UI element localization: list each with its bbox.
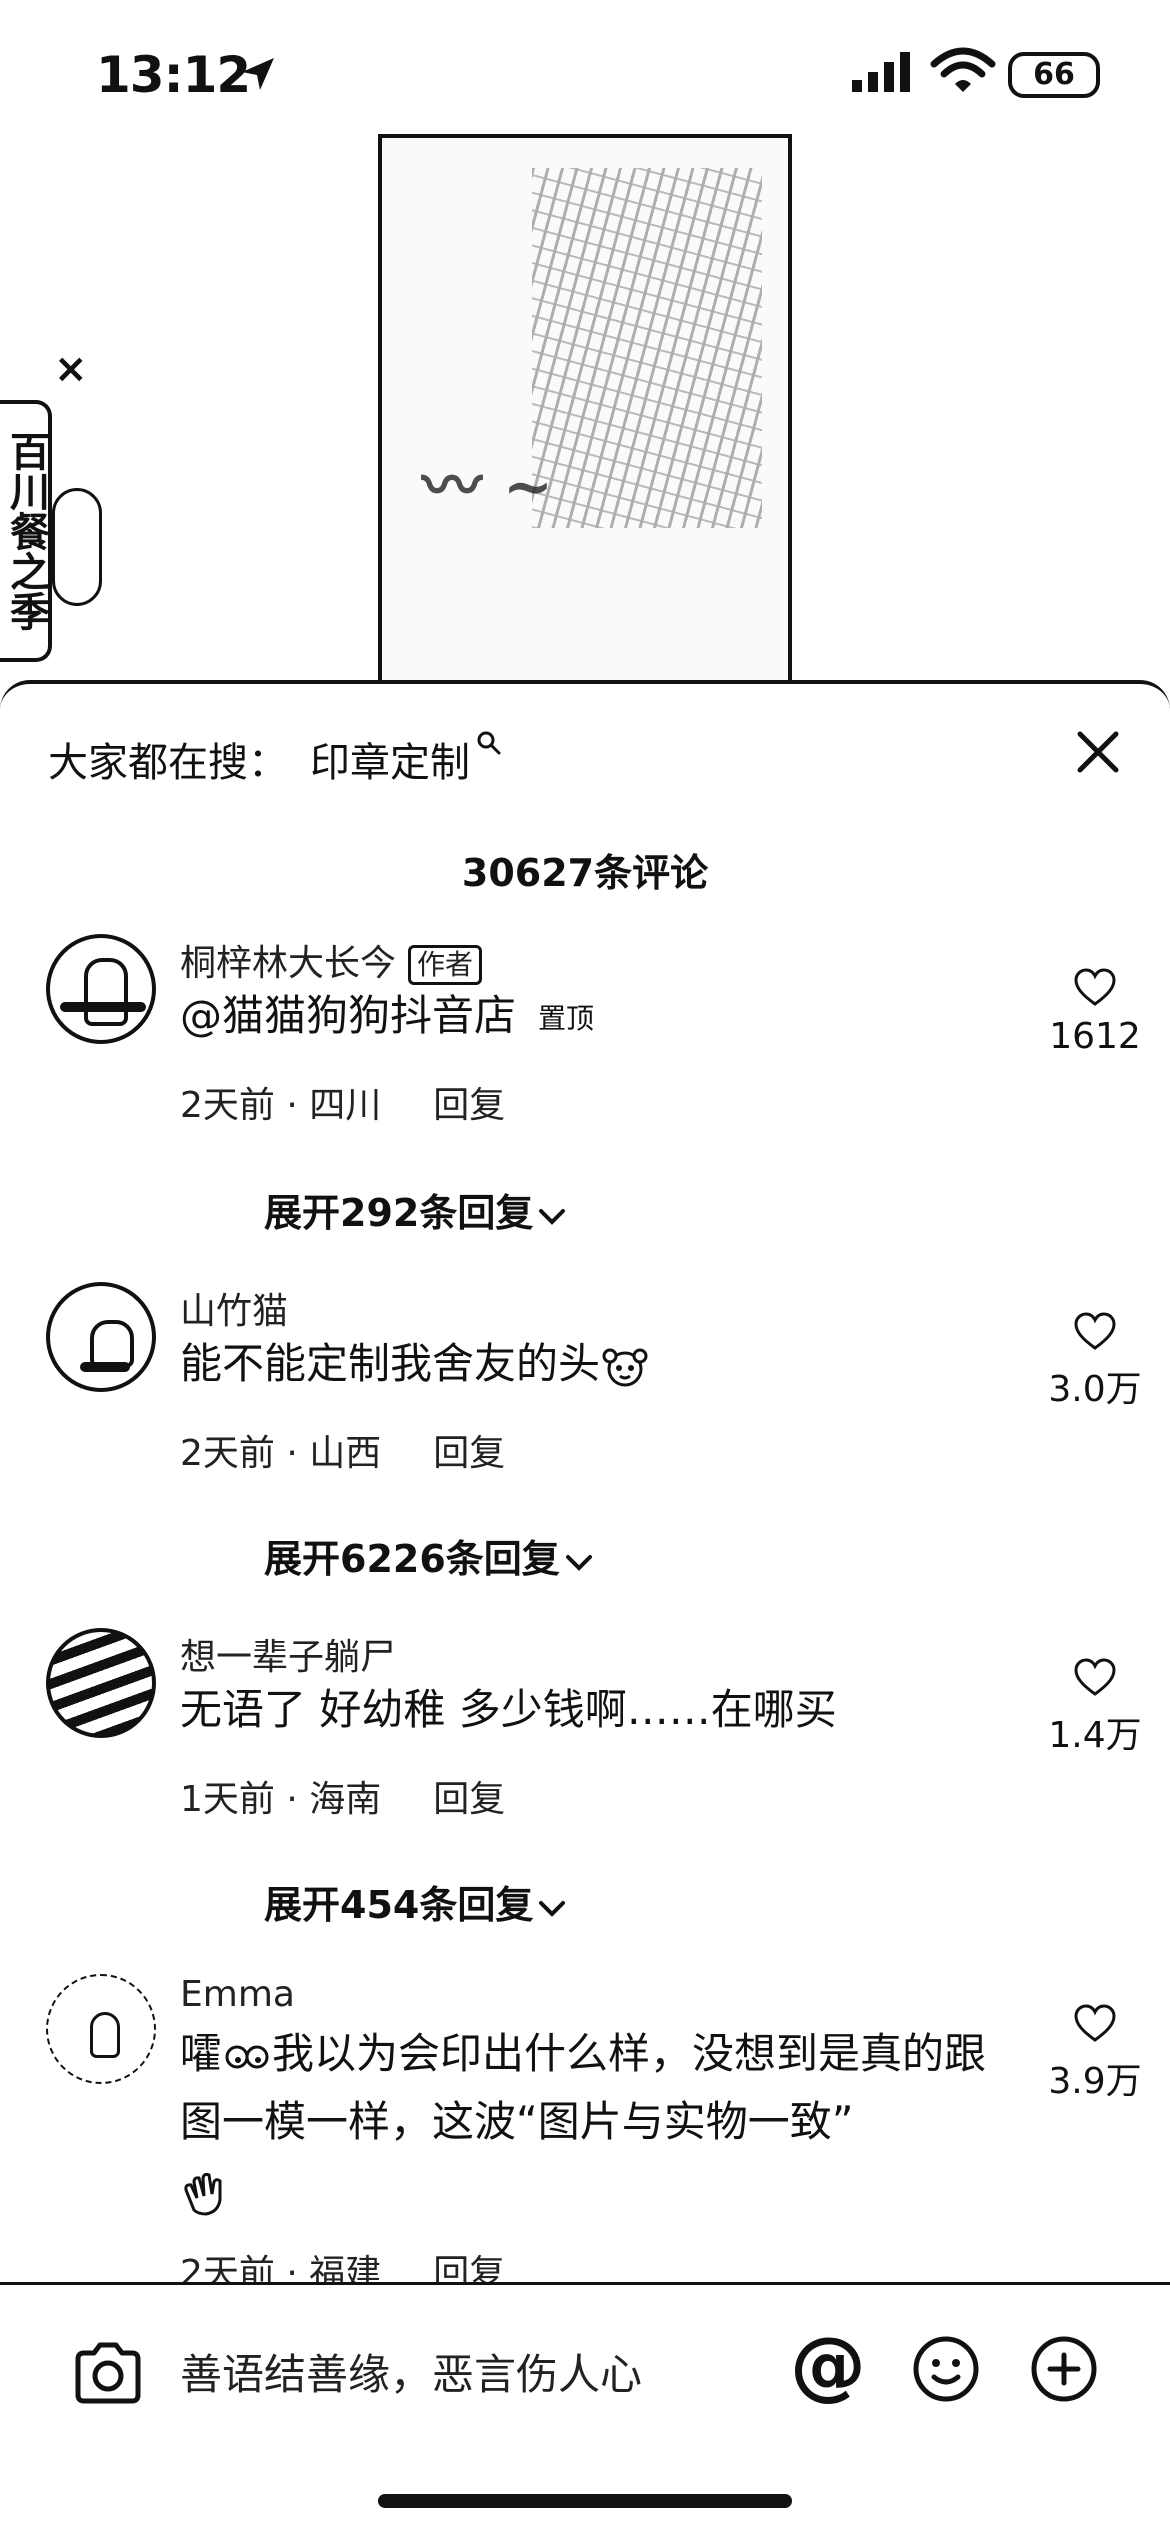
video-content-marks: 〰 ~ <box>422 452 554 522</box>
comment-username[interactable]: 想一辈子躺尸 <box>180 1628 396 1680</box>
status-time: 13:12 <box>96 46 251 104</box>
avatar[interactable] <box>46 1974 156 2084</box>
close-icon[interactable] <box>1068 722 1128 782</box>
wifi-icon <box>930 47 996 92</box>
like-button[interactable]: 1612 <box>1030 968 1160 1057</box>
expand-replies-button[interactable]: 展开292条回复 <box>264 1182 567 1237</box>
like-button[interactable]: 3.9万 <box>1030 2004 1160 2104</box>
trending-search-term[interactable]: 印章定制 <box>310 740 470 786</box>
chevron-down-icon <box>539 1900 566 1917</box>
battery-indicator: 66 <box>1008 52 1100 98</box>
side-badge-close-icon[interactable]: × <box>54 346 88 392</box>
comment-username[interactable]: Emma <box>180 1974 295 2015</box>
comment-text: @猫猫狗狗抖音店 置顶 <box>180 982 1010 1053</box>
side-promo-badge[interactable]: 百川餐之季 <box>0 400 52 662</box>
expand-replies-button[interactable]: 展开454条回复 <box>264 1874 567 1929</box>
comment-time-location: 1天前 · 海南 <box>180 1779 382 1820</box>
comment-text: 嚯我以为会印出什么样，没想到是真的跟图一模一样，这波“图片与实物一致” <box>180 2020 1000 2224</box>
comment-meta: 2天前 · 山西 回复 <box>180 1424 505 1476</box>
like-count: 1612 <box>1049 1016 1141 1057</box>
eyes-emoji-icon <box>225 2045 269 2068</box>
comment-time-location: 2天前 · 山西 <box>180 1433 382 1474</box>
comment-count: 30627条评论 <box>461 851 709 895</box>
comment-input[interactable]: 善语结善缘，恶言伤人心 <box>180 2341 642 2402</box>
expand-replies-label: 展开292条回复 <box>264 1191 534 1235</box>
heart-icon <box>1074 968 1116 1006</box>
comment-username-text: 桐梓林大长今 <box>180 943 397 984</box>
like-count: 3.0万 <box>1048 1369 1142 1410</box>
comment-text-body: 我以为会印出什么样，没想到是真的跟图一模一样，这波“图片与实物一致” <box>180 2029 987 2146</box>
status-bar: 13:12 66 <box>0 0 1170 140</box>
comment-meta: 1天前 · 海南 回复 <box>180 1770 505 1822</box>
comment-text-body: 能不能定制我舍友的头 <box>180 1339 601 1388</box>
reply-button[interactable]: 回复 <box>433 1085 505 1126</box>
heart-icon <box>1074 2004 1116 2042</box>
comment-time-location: 2天前 · 四川 <box>180 1085 382 1126</box>
comment-meta: 2天前 · 四川 回复 <box>180 1076 505 1128</box>
trending-search[interactable]: 大家都在搜： 印章定制 <box>48 730 502 788</box>
expand-replies-label: 展开6226条回复 <box>264 1537 560 1581</box>
chevron-down-icon <box>539 1208 566 1225</box>
comment-text: 能不能定制我舍友的头 <box>180 1330 1010 1398</box>
clap-emoji-icon <box>184 2172 222 2216</box>
heart-icon <box>1074 1312 1116 1350</box>
video-preview[interactable]: 〰 ~ <box>378 134 792 694</box>
video-texture <box>532 168 762 528</box>
emoji-picker-icon[interactable] <box>912 2335 980 2403</box>
add-icon[interactable] <box>1030 2335 1098 2403</box>
comment-username[interactable]: 桐梓林大长今 作者 <box>180 934 483 986</box>
camera-icon[interactable] <box>72 2341 144 2405</box>
like-button[interactable]: 3.0万 <box>1030 1312 1160 1412</box>
like-button[interactable]: 1.4万 <box>1030 1658 1160 1758</box>
heart-icon <box>1074 1658 1116 1696</box>
search-icon <box>477 731 501 755</box>
expand-replies-label: 展开454条回复 <box>264 1883 534 1927</box>
location-arrow-icon <box>242 58 274 90</box>
avatar[interactable] <box>46 1628 156 1738</box>
like-count: 3.9万 <box>1048 2061 1142 2102</box>
comment-text-prefix: 嚯 <box>180 2029 223 2078</box>
comment-username[interactable]: 山竹猫 <box>180 1282 288 1334</box>
like-count: 1.4万 <box>1048 1715 1142 1756</box>
chevron-down-icon <box>565 1554 592 1571</box>
avatar[interactable] <box>46 934 156 1044</box>
trending-search-prefix: 大家都在搜： <box>48 740 288 786</box>
comment-sheet: 大家都在搜： 印章定制 30627条评论 桐梓林大长今 作者 @猫猫狗狗抖音店 置顶 … <box>0 680 1170 2532</box>
comment-text: 无语了 好幼稚 多少钱啊……在哪买 <box>180 1685 837 1734</box>
pinned-label: 置顶 <box>538 1001 595 1035</box>
reply-button[interactable]: 回复 <box>433 1779 505 1820</box>
home-indicator[interactable] <box>378 2494 792 2508</box>
cellular-signal-icon <box>852 52 910 92</box>
author-badge: 作者 <box>408 945 483 985</box>
mention-link[interactable]: @猫猫狗狗抖音店 <box>180 991 516 1040</box>
avatar[interactable] <box>46 1282 156 1392</box>
mention-button[interactable]: @ <box>790 2327 866 2403</box>
side-promo-pill[interactable] <box>52 488 102 606</box>
emoji-sticker-icon <box>602 1348 648 1386</box>
reply-button[interactable]: 回复 <box>433 1433 505 1474</box>
expand-replies-button[interactable]: 展开6226条回复 <box>264 1528 594 1583</box>
